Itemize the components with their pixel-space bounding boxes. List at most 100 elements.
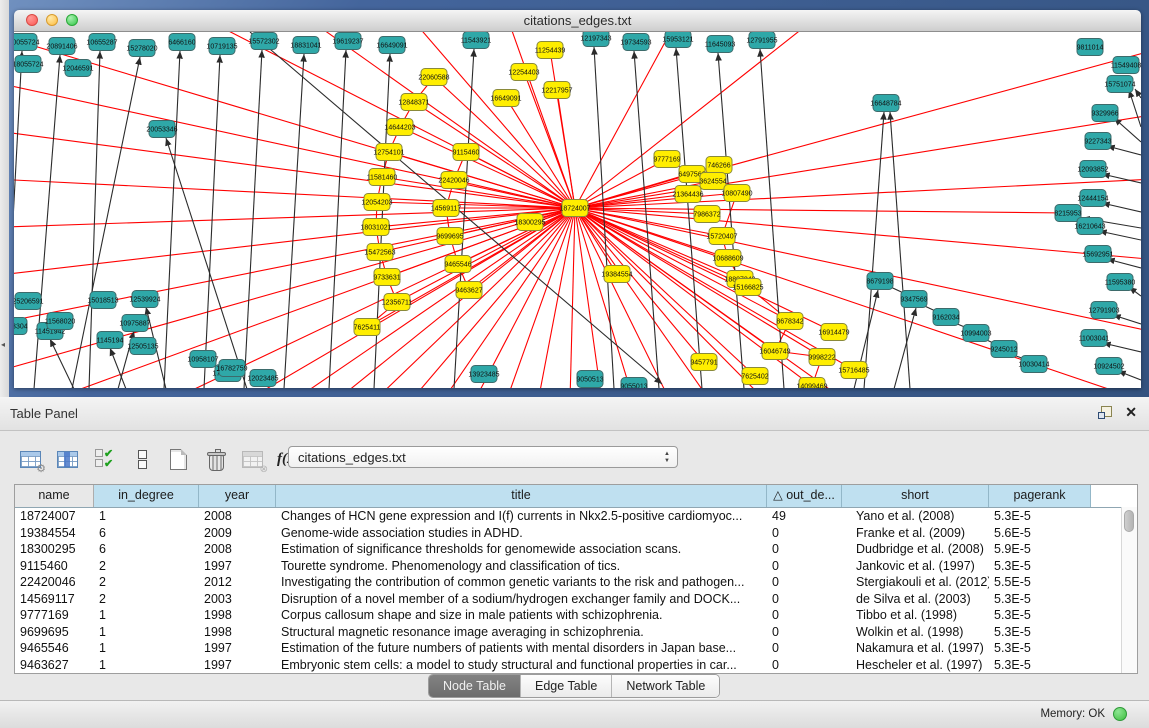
graph-node[interactable]: 10030414: [1018, 356, 1049, 373]
cell-short[interactable]: Tibbo et al. (1998): [842, 607, 989, 624]
graph-node[interactable]: 14644203: [384, 119, 415, 136]
cell-name[interactable]: 9699695: [15, 624, 94, 641]
graph-node[interactable]: 12254403: [508, 64, 539, 81]
cell-name[interactable]: 14569117: [15, 591, 94, 608]
memory-status-dot[interactable]: [1113, 707, 1127, 721]
graph-node[interactable]: 10994003: [960, 325, 991, 342]
graph-node[interactable]: 18724007: [559, 200, 590, 217]
network-graph[interactable]: 2005572420891406106552871527802064661601…: [14, 32, 1141, 388]
graph-node[interactable]: 9055013: [620, 378, 647, 389]
cell-short[interactable]: de Silva et al. (2003): [842, 591, 989, 608]
graph-node[interactable]: 16649091: [376, 37, 407, 54]
graph-node[interactable]: 1145194: [97, 332, 124, 349]
cell-short[interactable]: Stergiakouli et al. (2012): [842, 574, 989, 591]
graph-node[interactable]: 10719135: [206, 38, 237, 55]
graph-node[interactable]: 11568020: [45, 313, 76, 330]
graph-node[interactable]: 11645093: [705, 36, 736, 53]
graph-node[interactable]: 12539924: [129, 291, 160, 308]
graph-node[interactable]: 25206591: [14, 293, 44, 310]
graph-node[interactable]: 9329966: [1091, 105, 1118, 122]
tab-network-table[interactable]: Network Table: [612, 675, 719, 697]
cell-short[interactable]: Hescheler et al. (1997): [842, 657, 989, 674]
table-row[interactable]: 1830029562008Estimation of significance …: [15, 541, 1137, 558]
cell-title[interactable]: Tourette syndrome. Phenomenology and cla…: [276, 558, 767, 575]
graph-node[interactable]: 16046749: [759, 343, 790, 360]
graph-node[interactable]: 7986372: [693, 206, 720, 223]
cell-in_degree[interactable]: 1: [94, 640, 199, 657]
cell-in_degree[interactable]: 6: [94, 541, 199, 558]
graph-node[interactable]: 18300295: [514, 214, 545, 231]
graph-node[interactable]: 15572302: [248, 33, 279, 50]
cell-name[interactable]: 9463627: [15, 657, 94, 674]
graph-node[interactable]: 14099469: [796, 378, 827, 389]
row-height-button[interactable]: [129, 447, 155, 473]
graph-node[interactable]: 14569117: [431, 200, 462, 217]
graph-node[interactable]: 10924502: [1093, 358, 1124, 375]
graph-node[interactable]: 9050513: [576, 371, 603, 388]
graph-node[interactable]: 15278020: [126, 40, 157, 57]
graph-node[interactable]: 12054203: [361, 194, 392, 211]
cell-title[interactable]: Genome-wide association studies in ADHD.: [276, 525, 767, 542]
cell-short[interactable]: Yano et al. (2008): [842, 508, 989, 525]
graph-node[interactable]: 15018513: [87, 292, 118, 309]
cell-year[interactable]: 1997: [199, 558, 276, 575]
cell-short[interactable]: Wolkin et al. (1998): [842, 624, 989, 641]
select-all-button[interactable]: ✔✔: [92, 447, 118, 473]
graph-node[interactable]: 15166825: [732, 279, 763, 296]
graph-node[interactable]: 11549408: [1111, 57, 1141, 74]
graph-node[interactable]: 19384554: [601, 266, 632, 283]
cell-name[interactable]: 19384554: [15, 525, 94, 542]
table-row[interactable]: 1456911722003Disruption of a novel membe…: [15, 591, 1137, 608]
graph-node[interactable]: 18831041: [290, 37, 321, 54]
cell-out_de[interactable]: 0: [767, 525, 842, 542]
cell-in_degree[interactable]: 1: [94, 607, 199, 624]
graph-node[interactable]: 12023485: [247, 370, 278, 387]
cell-out_de[interactable]: 0: [767, 657, 842, 674]
graph-node[interactable]: 20055724: [14, 34, 40, 51]
graph-node[interactable]: 746266: [706, 157, 732, 174]
vertical-scrollbar[interactable]: [1121, 507, 1137, 673]
close-panel-icon[interactable]: ✕: [1125, 404, 1137, 420]
column-header-title[interactable]: title: [276, 485, 767, 507]
graph-node[interactable]: 11003041: [1079, 330, 1110, 347]
cell-pagerank[interactable]: 5.3E-5: [989, 640, 1091, 657]
cell-out_de[interactable]: 0: [767, 640, 842, 657]
graph-node[interactable]: 11595380: [1105, 274, 1136, 291]
table-row[interactable]: 977716911998Corpus callosum shape and si…: [15, 607, 1137, 624]
table-row[interactable]: 969969511998Structural magnetic resonanc…: [15, 624, 1137, 641]
graph-node[interactable]: 10975887: [119, 315, 150, 332]
column-header-pagerank[interactable]: pagerank: [989, 485, 1091, 507]
cell-title[interactable]: Changes of HCN gene expression and I(f) …: [276, 508, 767, 525]
tab-node-table[interactable]: Node Table: [429, 675, 521, 697]
graph-node[interactable]: 8679198: [866, 273, 893, 290]
cell-in_degree[interactable]: 1: [94, 657, 199, 674]
table-panel-titlebar[interactable]: Table Panel ✕: [0, 397, 1149, 431]
cell-in_degree[interactable]: 2: [94, 558, 199, 575]
cell-out_de[interactable]: 0: [767, 541, 842, 558]
cell-in_degree[interactable]: 1: [94, 624, 199, 641]
graph-node[interactable]: 16914479: [818, 324, 849, 341]
graph-node[interactable]: 22420046: [438, 172, 469, 189]
table-row[interactable]: 946362711997Embryonic stem cells: a mode…: [15, 657, 1137, 674]
tab-edge-table[interactable]: Edge Table: [521, 675, 612, 697]
network-window-titlebar[interactable]: citations_edges.txt: [14, 10, 1141, 32]
graph-node[interactable]: 9733631: [373, 269, 400, 286]
graph-node[interactable]: 12444154: [1077, 190, 1108, 207]
graph-node[interactable]: 22060588: [418, 69, 449, 86]
graph-node[interactable]: 11543921: [461, 32, 492, 49]
table-selector-dropdown[interactable]: citations_edges.txt ▲▼: [288, 446, 678, 468]
graph-node[interactable]: 15472563: [364, 244, 395, 261]
cell-title[interactable]: Corpus callosum shape and size in male p…: [276, 607, 767, 624]
graph-node[interactable]: 16782759: [216, 360, 247, 377]
graph-node[interactable]: 7625411: [354, 319, 381, 336]
cell-out_de[interactable]: 0: [767, 624, 842, 641]
cell-year[interactable]: 1998: [199, 607, 276, 624]
cell-in_degree[interactable]: 2: [94, 591, 199, 608]
cell-in_degree[interactable]: 2: [94, 574, 199, 591]
table-row[interactable]: 1872400712008Changes of HCN gene express…: [15, 508, 1137, 525]
graph-node[interactable]: 20891406: [46, 38, 77, 55]
graph-node[interactable]: 13923485: [468, 366, 499, 383]
graph-node[interactable]: 11581460: [367, 169, 398, 186]
column-header-year[interactable]: year: [199, 485, 276, 507]
cell-pagerank[interactable]: 5.5E-5: [989, 574, 1091, 591]
